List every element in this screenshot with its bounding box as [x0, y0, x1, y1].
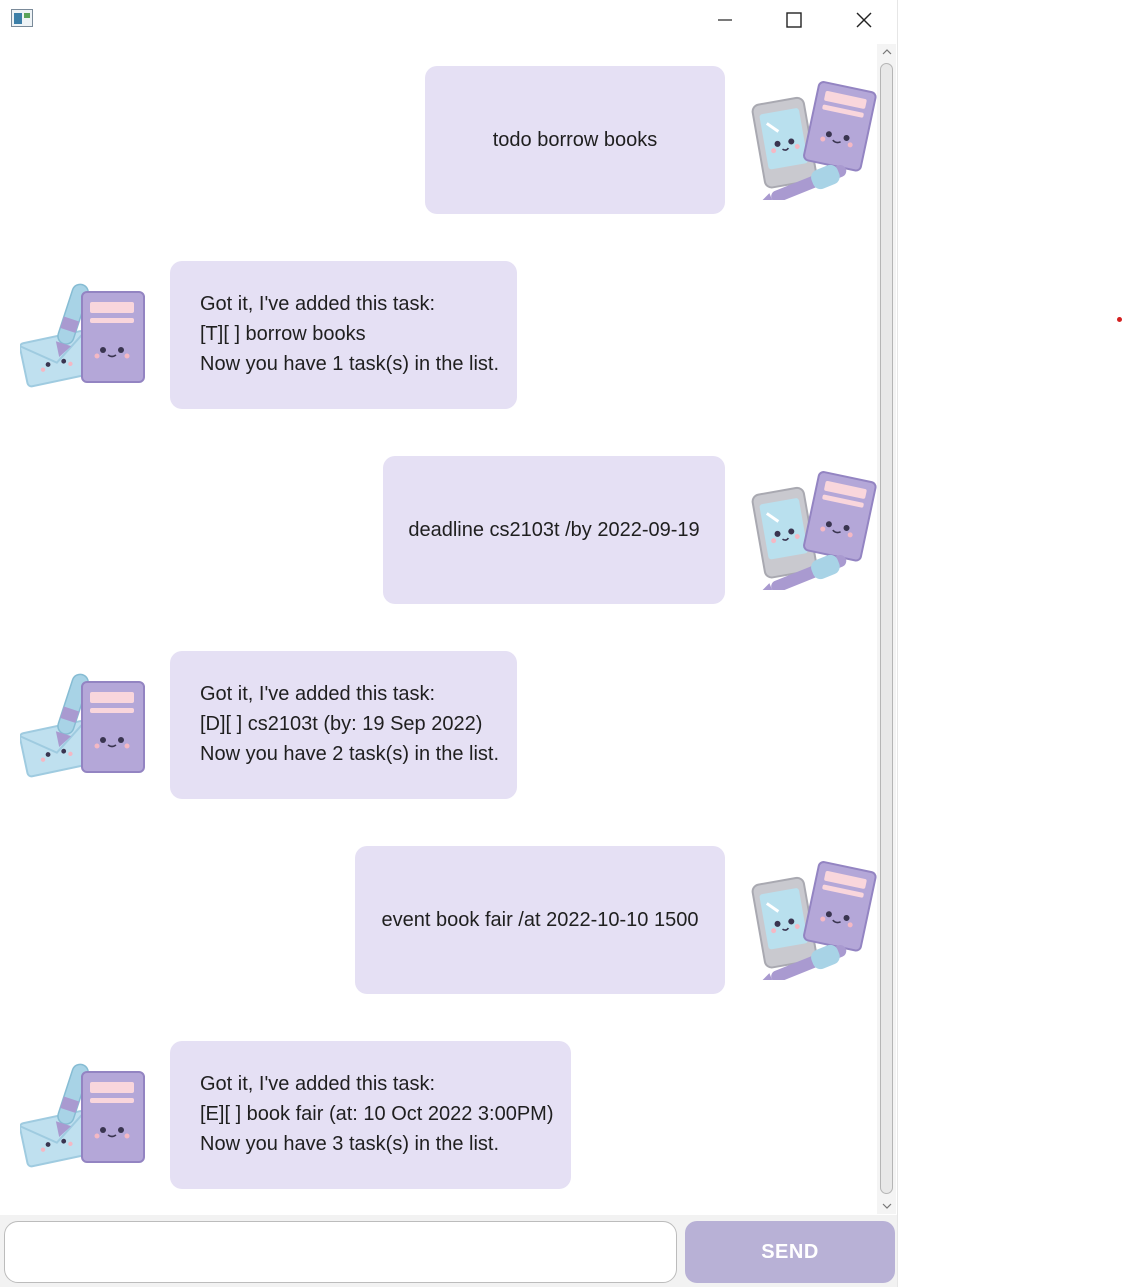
maximize-button[interactable]: [759, 0, 829, 40]
message-text: todo borrow books: [492, 129, 658, 151]
app-icon: [11, 9, 33, 27]
scrollbar-thumb[interactable]: [880, 63, 893, 1194]
send-button[interactable]: SEND: [685, 1221, 895, 1283]
message-text: deadline cs2103t /by 2022-09-19: [408, 519, 700, 541]
user-message-bubble: deadline cs2103t /by 2022-09-19: [383, 456, 725, 604]
scroll-down-button[interactable]: [877, 1198, 896, 1214]
message-line: Got it, I've added this task:: [200, 293, 436, 315]
maximize-icon: [786, 12, 802, 28]
message-line: Now you have 2 task(s) in the list.: [200, 743, 500, 765]
input-bar: SEND: [0, 1215, 897, 1287]
message-line: Now you have 3 task(s) in the list.: [200, 1133, 500, 1155]
bot-avatar-icon: [20, 281, 145, 389]
bot-message-bubble: Got it, I've added this task: [E][ ] boo…: [170, 1041, 571, 1189]
vertical-scrollbar[interactable]: [877, 44, 896, 1214]
message-line: [T][ ] borrow books: [200, 323, 366, 345]
message-line: [D][ ] cs2103t (by: 19 Sep 2022): [200, 713, 483, 735]
bot-avatar-icon: [20, 1061, 145, 1169]
message-line: Now you have 1 task(s) in the list.: [200, 353, 500, 375]
message-input[interactable]: [4, 1221, 677, 1283]
message-line: Got it, I've added this task:: [200, 683, 436, 705]
user-message-bubble: todo borrow books: [425, 66, 725, 214]
app-window: todo borrow books Got it, I've added thi…: [0, 0, 897, 1287]
close-icon: [856, 12, 872, 28]
minimize-icon: [718, 19, 732, 21]
bot-message-bubble: Got it, I've added this task: [D][ ] cs2…: [170, 651, 517, 799]
message-line: Got it, I've added this task:: [200, 1073, 436, 1095]
user-message-bubble: event book fair /at 2022-10-10 1500: [355, 846, 725, 994]
scroll-up-button[interactable]: [877, 44, 896, 60]
user-avatar-icon: [750, 860, 878, 980]
message-text: event book fair /at 2022-10-10 1500: [381, 909, 699, 931]
user-avatar-icon: [750, 80, 878, 200]
bot-avatar-icon: [20, 671, 145, 779]
user-avatar-icon: [750, 470, 878, 590]
cursor-dot: [1117, 317, 1122, 322]
title-bar: [0, 0, 897, 40]
close-button[interactable]: [829, 0, 899, 40]
minimize-button[interactable]: [690, 0, 760, 40]
chevron-down-icon: [882, 1203, 891, 1209]
message-line: [E][ ] book fair (at: 10 Oct 2022 3:00PM…: [200, 1103, 554, 1125]
bot-message-bubble: Got it, I've added this task: [T][ ] bor…: [170, 261, 517, 409]
chat-scroll-area[interactable]: todo borrow books Got it, I've added thi…: [0, 40, 897, 1215]
chevron-up-icon: [882, 49, 891, 55]
